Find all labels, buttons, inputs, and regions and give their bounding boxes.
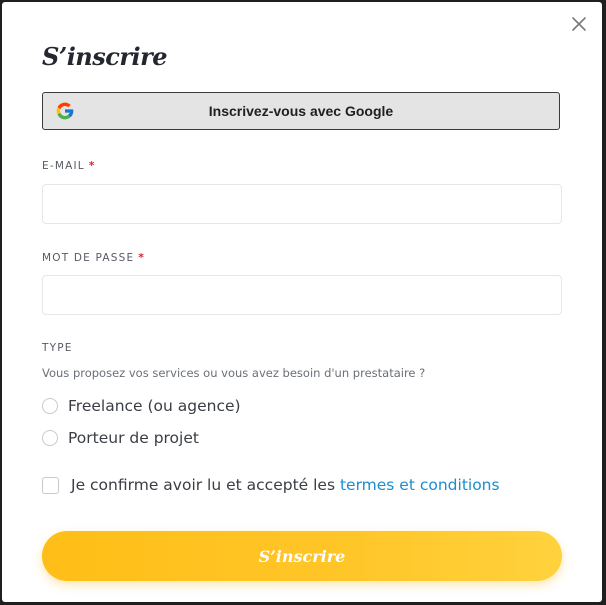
radio-button[interactable] bbox=[42, 398, 58, 414]
password-field[interactable] bbox=[42, 275, 562, 315]
close-icon bbox=[572, 17, 586, 31]
google-signup-label: Inscrivez-vous avec Google bbox=[208, 103, 394, 119]
type-hint: Vous proposez vos services ou vous avez … bbox=[42, 366, 426, 380]
radio-freelance-label: Freelance (ou agence) bbox=[68, 397, 241, 415]
submit-label: S’inscrire bbox=[258, 546, 346, 566]
close-button[interactable] bbox=[567, 12, 591, 36]
radio-project-owner-label: Porteur de projet bbox=[68, 429, 199, 447]
terms-row: Je confirme avoir lu et accepté les term… bbox=[42, 476, 500, 494]
terms-text: Je confirme avoir lu et accepté les bbox=[71, 476, 340, 494]
password-label: MOT DE PASSE * bbox=[42, 252, 144, 264]
type-label: TYPE bbox=[42, 342, 73, 354]
password-label-text: MOT DE PASSE bbox=[42, 252, 135, 264]
terms-label: Je confirme avoir lu et accepté les term… bbox=[71, 476, 500, 494]
required-mark: * bbox=[88, 160, 95, 172]
google-icon bbox=[56, 102, 74, 120]
terms-checkbox[interactable] bbox=[42, 476, 59, 494]
email-label-text: E-MAIL bbox=[42, 160, 85, 172]
email-label: E-MAIL * bbox=[42, 160, 94, 172]
radio-freelance[interactable]: Freelance (ou agence) bbox=[42, 397, 241, 415]
radio-button[interactable] bbox=[42, 430, 58, 446]
submit-button[interactable]: S’inscrire bbox=[42, 531, 562, 581]
signup-modal: S’inscrire Inscrivez-vous avec Google E-… bbox=[2, 2, 602, 602]
required-mark: * bbox=[138, 252, 144, 264]
terms-link[interactable]: termes et conditions bbox=[340, 476, 500, 494]
radio-project-owner[interactable]: Porteur de projet bbox=[42, 429, 199, 447]
google-signup-button[interactable]: Inscrivez-vous avec Google bbox=[42, 92, 560, 130]
email-field[interactable] bbox=[42, 184, 562, 224]
modal-title: S’inscrire bbox=[42, 42, 168, 71]
